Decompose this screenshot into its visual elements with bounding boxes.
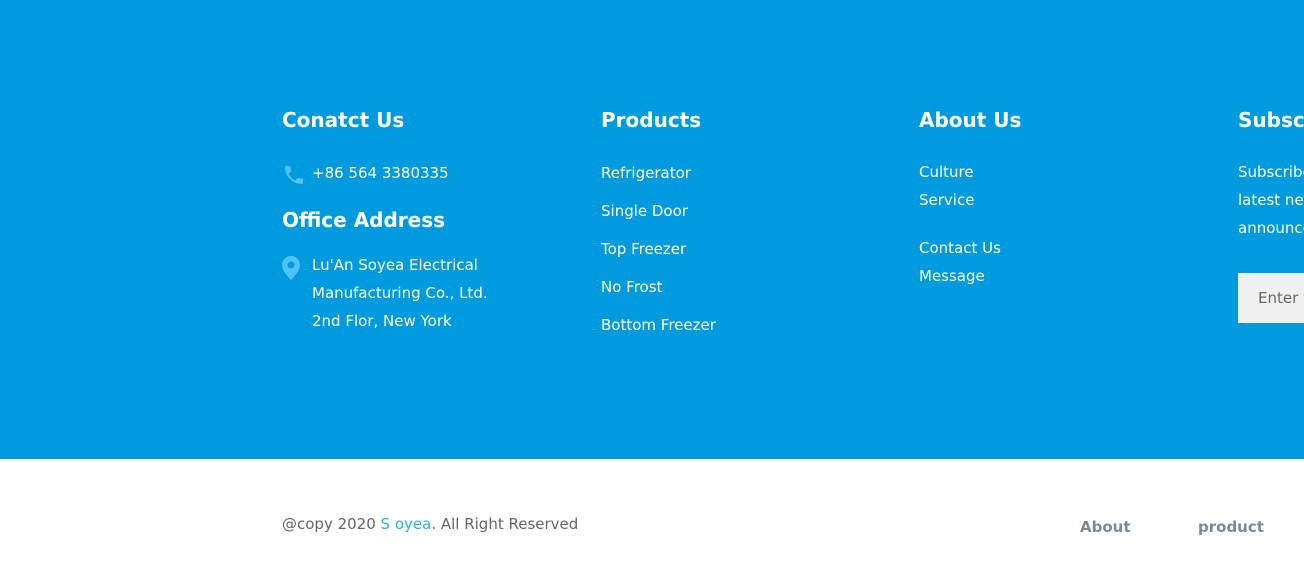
about-link-service[interactable]: Service (919, 186, 974, 214)
contact-column: Conatct Us +86 564 3380335 Office Addres… (282, 106, 572, 330)
about-link-contact-us[interactable]: Contact Us (919, 234, 1001, 262)
address-line: Manufacturing Co., Ltd. (312, 284, 488, 302)
subscribe-text: Subscribe to our latest news and announc… (1238, 158, 1304, 242)
subscribe-text-line: latest news and (1238, 191, 1304, 209)
location-pin-icon (282, 256, 300, 280)
subscribe-title: Subscribe (1238, 108, 1304, 132)
subscribe-column: Subscribe Subscribe to our latest news a… (1238, 106, 1304, 323)
copyright-suffix: . All Right Reserved (431, 515, 579, 533)
address-line: 2nd Flor, New York (312, 312, 452, 330)
subscribe-text-line: Subscribe to our (1238, 163, 1304, 181)
about-group-2: Contact Us Message (919, 234, 1001, 290)
footer-bottom-bar: @copy 2020 S oyea. All Right Reserved Ab… (0, 459, 1304, 584)
phone-number-link[interactable]: +86 564 3380335 (312, 163, 449, 183)
copyright-text: @copy 2020 S oyea. All Right Reserved (282, 514, 578, 534)
product-link-refrigerator[interactable]: Refrigerator (601, 163, 716, 201)
about-group-1: Culture Service (919, 158, 974, 214)
product-link-no-frost[interactable]: No Frost (601, 277, 716, 315)
products-list: Refrigerator Single Door Top Freezer No … (601, 163, 716, 353)
bottom-link-product[interactable]: product (1198, 517, 1264, 537)
product-link-single-door[interactable]: Single Door (601, 201, 716, 239)
about-link-culture[interactable]: Culture (919, 158, 974, 186)
product-link-bottom-freezer[interactable]: Bottom Freezer (601, 315, 716, 353)
address-line: Lu'An Soyea Electrical (312, 256, 478, 274)
product-link-top-freezer[interactable]: Top Freezer (601, 239, 716, 277)
products-title: Products (601, 108, 702, 132)
brand-link[interactable]: S oyea (381, 515, 432, 533)
about-column: About Us Culture Service Contact Us Mess… (919, 106, 1209, 285)
subscribe-text-line: announcements (1238, 219, 1304, 237)
copyright-prefix: @copy 2020 (282, 515, 381, 533)
about-link-message[interactable]: Message (919, 262, 1001, 290)
footer-main: Conatct Us +86 564 3380335 Office Addres… (0, 0, 1304, 459)
contact-title: Conatct Us (282, 108, 405, 132)
about-title: About Us (919, 108, 1022, 132)
office-address-title: Office Address (282, 208, 446, 232)
bottom-link-about[interactable]: About (1080, 517, 1131, 537)
address-text: Lu'An Soyea Electrical Manufacturing Co.… (312, 251, 488, 335)
subscribe-email-input[interactable] (1238, 273, 1304, 323)
products-column: Products Refrigerator Single Door Top Fr… (601, 106, 891, 334)
phone-icon (282, 163, 306, 187)
